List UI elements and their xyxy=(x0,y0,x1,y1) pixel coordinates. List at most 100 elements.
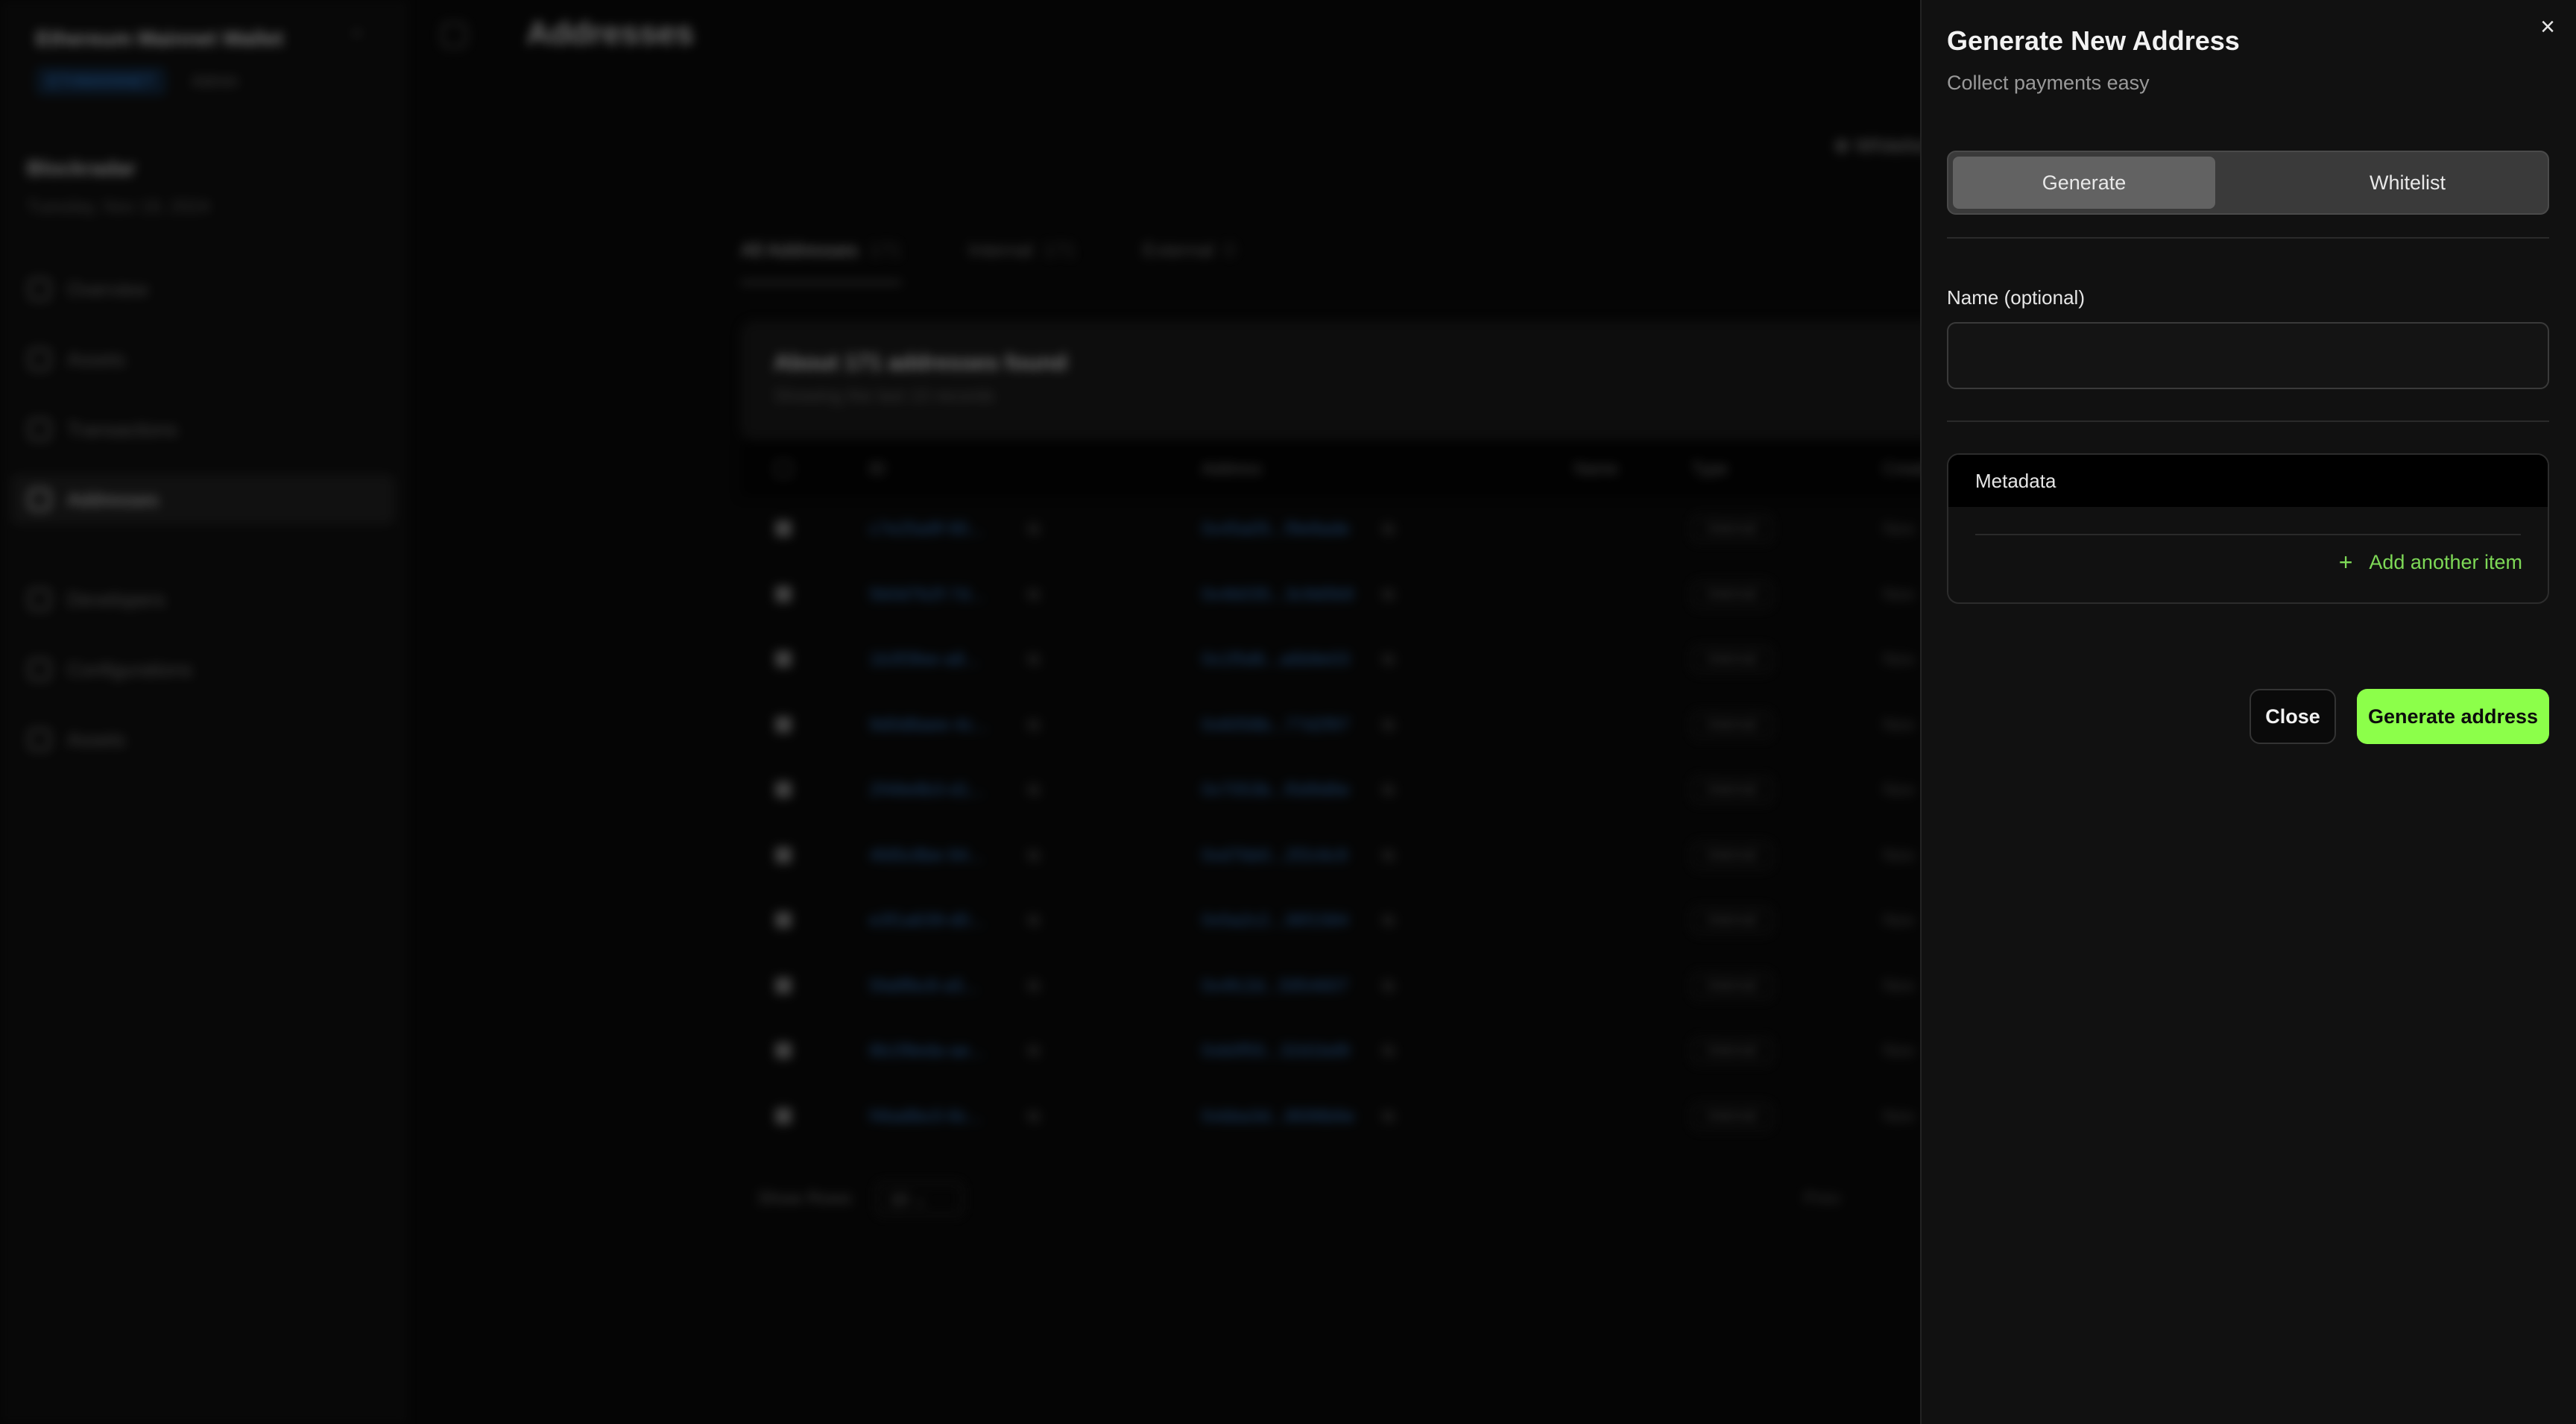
copy-icon[interactable]: ⧉ xyxy=(1027,910,1040,931)
column-header-id[interactable]: ID xyxy=(869,459,886,479)
workspace-name[interactable]: Ethereum Mainnet Wallet xyxy=(36,27,283,51)
row-address[interactable]: 0x45a05...f9e8ade xyxy=(1202,519,1350,540)
row-checkbox[interactable] xyxy=(775,912,792,928)
row-id[interactable]: 5b0d7b2f-7d... xyxy=(869,585,985,605)
column-header-address[interactable]: Address xyxy=(1202,459,1262,479)
table-row[interactable]: 8b1f8eda-ae... ⧉ 0xb0f55...32d1bd9 ⧉ Interna… xyxy=(741,1018,1933,1083)
row-address[interactable]: 0xbba3d...8698b6e xyxy=(1202,1106,1355,1127)
table-row[interactable]: 5b0d7b2f-7d... ⧉ 0x4b035...3c9d0b9 ⧉ Interna… xyxy=(741,562,1933,627)
generate-address-button[interactable]: Generate address xyxy=(2357,689,2549,744)
row-id[interactable]: f4ba8bc0-8c... xyxy=(869,1106,982,1127)
row-checkbox[interactable] xyxy=(775,1107,792,1124)
tab-external[interactable]: External 0 xyxy=(1143,239,1235,284)
sidebar-item-assets-secondary[interactable]: Assets xyxy=(10,714,395,765)
name-input[interactable] xyxy=(1947,322,2549,389)
row-address[interactable]: 0x7053b...f0d9d6e xyxy=(1202,780,1350,801)
row-id[interactable]: 5fa8fbc8-a5... xyxy=(869,976,979,997)
row-checkbox[interactable] xyxy=(775,781,792,798)
row-address[interactable]: 0x1f5d6...a6b8e03 xyxy=(1202,649,1350,670)
row-address[interactable]: 0x4b035...3c9d0b9 xyxy=(1202,585,1354,605)
column-header-name[interactable]: Name xyxy=(1574,459,1618,479)
copy-icon[interactable]: ⧉ xyxy=(1382,715,1395,736)
table-row[interactable]: 2f48e8b3-d1... ⧉ 0x7053b...f0d9d6e ⧉ Interna… xyxy=(741,757,1933,822)
row-checkbox[interactable] xyxy=(775,585,792,602)
row-checkbox[interactable] xyxy=(775,651,792,667)
copy-icon[interactable]: ⧉ xyxy=(1382,910,1395,931)
sidebar-item-configurations[interactable]: Configurations xyxy=(10,644,395,695)
type-badge: Internal xyxy=(1692,646,1772,672)
segment-generate[interactable]: Generate xyxy=(1953,157,2215,209)
sidebar-item-label: Assets xyxy=(67,728,126,751)
select-all-checkbox[interactable] xyxy=(775,461,792,477)
copy-icon[interactable]: ⧉ xyxy=(1027,649,1040,670)
row-checkbox[interactable] xyxy=(775,1042,792,1059)
row-id[interactable]: 9d0d8aee-4c... xyxy=(869,715,988,736)
sidebar-item-transactions[interactable]: Transactions xyxy=(10,404,395,455)
column-header-type[interactable]: Type xyxy=(1692,459,1728,479)
pagination-prev[interactable]: Prev xyxy=(1804,1188,1840,1209)
copy-icon[interactable]: ⧉ xyxy=(1382,780,1395,801)
row-created: Nov xyxy=(1883,1106,1915,1127)
row-address[interactable]: 0x4fc2d...5954607 xyxy=(1202,976,1349,997)
copy-icon[interactable]: ⧉ xyxy=(1027,715,1040,736)
copy-icon[interactable]: ⧉ xyxy=(1027,585,1040,605)
copy-icon[interactable]: ⧉ xyxy=(1382,1041,1395,1062)
row-checkbox[interactable] xyxy=(775,520,792,537)
chevron-updown-icon[interactable]: ⌃ xyxy=(349,27,365,50)
row-id[interactable]: 8b1f8eda-ae... xyxy=(869,1041,985,1062)
row-checkbox[interactable] xyxy=(775,846,792,863)
row-address[interactable]: 0xd7bb0...2f2c6c9 xyxy=(1202,845,1348,866)
rows-per-page-select[interactable]: 10 ⌄ xyxy=(877,1182,963,1215)
copy-icon[interactable]: ⧉ xyxy=(1027,780,1040,801)
sidebar-item-developers[interactable]: Developers xyxy=(10,574,395,625)
segment-whitelist[interactable]: Whitelist xyxy=(2276,157,2539,209)
table-row[interactable]: 1b3f3fee-a8... ⧉ 0x1f5d6...a6b8e03 ⧉ Interna… xyxy=(741,627,1933,692)
table-header: ID Address Name Type Created xyxy=(741,441,1941,497)
row-address[interactable]: 0xb0f55...32d1bd9 xyxy=(1202,1041,1350,1062)
sidebar-item-assets[interactable]: Assets xyxy=(10,334,395,385)
tab-internal[interactable]: Internal 171 xyxy=(968,239,1076,284)
rows-per-page-value: 10 xyxy=(890,1190,909,1209)
copy-icon[interactable]: ⧉ xyxy=(1382,649,1395,670)
type-badge: Internal xyxy=(1692,972,1772,999)
table-row[interactable]: f4ba8bc0-8c... ⧉ 0xbba3d...8698b6e ⧉ Interna… xyxy=(741,1084,1933,1149)
row-id[interactable]: 2f48e8b3-d1... xyxy=(869,780,985,801)
type-badge: Internal xyxy=(1692,1038,1772,1064)
row-id[interactable]: 1b3f3fee-a8... xyxy=(869,649,979,670)
add-metadata-item-button[interactable]: + Add another item xyxy=(2339,550,2522,574)
table-row[interactable]: e3f1a639-d0... ⧉ 0x5a2c2...36f1584 ⧉ Interna… xyxy=(741,888,1933,953)
row-id[interactable]: c7e25a9f-90... xyxy=(869,519,983,540)
copy-icon[interactable]: ⧉ xyxy=(1382,519,1395,540)
row-checkbox[interactable] xyxy=(775,977,792,994)
copy-icon[interactable]: ⧉ xyxy=(1382,585,1395,605)
table-row[interactable]: c7e25a9f-90... ⧉ 0x45a05...f9e8ade ⧉ Interna… xyxy=(741,497,1933,561)
tab-label: External xyxy=(1143,239,1214,261)
sidebar-item-addresses[interactable]: Addresses xyxy=(10,474,395,525)
divider xyxy=(1947,420,2549,422)
copy-icon[interactable]: ⧉ xyxy=(1382,1106,1395,1127)
table-row[interactable]: 5fa8fbc8-a5... ⧉ 0x4fc2d...5954607 ⧉ Interna… xyxy=(741,954,1933,1018)
sidebar-toggle-icon[interactable] xyxy=(441,22,467,48)
row-checkbox[interactable] xyxy=(775,716,792,733)
sidebar-item-overview[interactable]: Overview xyxy=(10,264,395,315)
copy-icon[interactable]: ⧉ xyxy=(1027,1041,1040,1062)
row-address[interactable]: 0x6058b...77d2f97 xyxy=(1202,715,1350,736)
whitelist-button-label: Whitelist xyxy=(1855,134,1929,157)
copy-icon[interactable]: ⧉ xyxy=(1382,976,1395,997)
metadata-section: Metadata + Add another item xyxy=(1947,453,2549,604)
whitelist-button[interactable]: ⊕ Whitelist xyxy=(1834,134,1928,157)
copy-icon[interactable]: ⧉ xyxy=(1027,976,1040,997)
table-row[interactable]: 9d0d8aee-4c... ⧉ 0x6058b...77d2f97 ⧉ Interna… xyxy=(741,693,1933,757)
copy-icon[interactable]: ⧉ xyxy=(1027,1106,1040,1127)
copy-icon[interactable]: ⧉ xyxy=(1382,845,1395,866)
assets-icon xyxy=(28,348,51,371)
copy-icon[interactable]: ⧉ xyxy=(1027,845,1040,866)
row-address[interactable]: 0x5a2c2...36f1584 xyxy=(1202,910,1349,931)
row-id[interactable]: 4fd5c8be-94... xyxy=(869,845,983,866)
copy-icon[interactable]: ⧉ xyxy=(1027,519,1040,540)
tab-all-addresses[interactable]: All Addresses 171 xyxy=(741,239,901,284)
close-button[interactable]: Close xyxy=(2250,689,2336,744)
close-icon[interactable]: × xyxy=(2534,13,2561,40)
row-id[interactable]: e3f1a639-d0... xyxy=(869,910,985,931)
table-row[interactable]: 4fd5c8be-94... ⧉ 0xd7bb0...2f2c6c9 ⧉ Interna… xyxy=(741,823,1933,888)
